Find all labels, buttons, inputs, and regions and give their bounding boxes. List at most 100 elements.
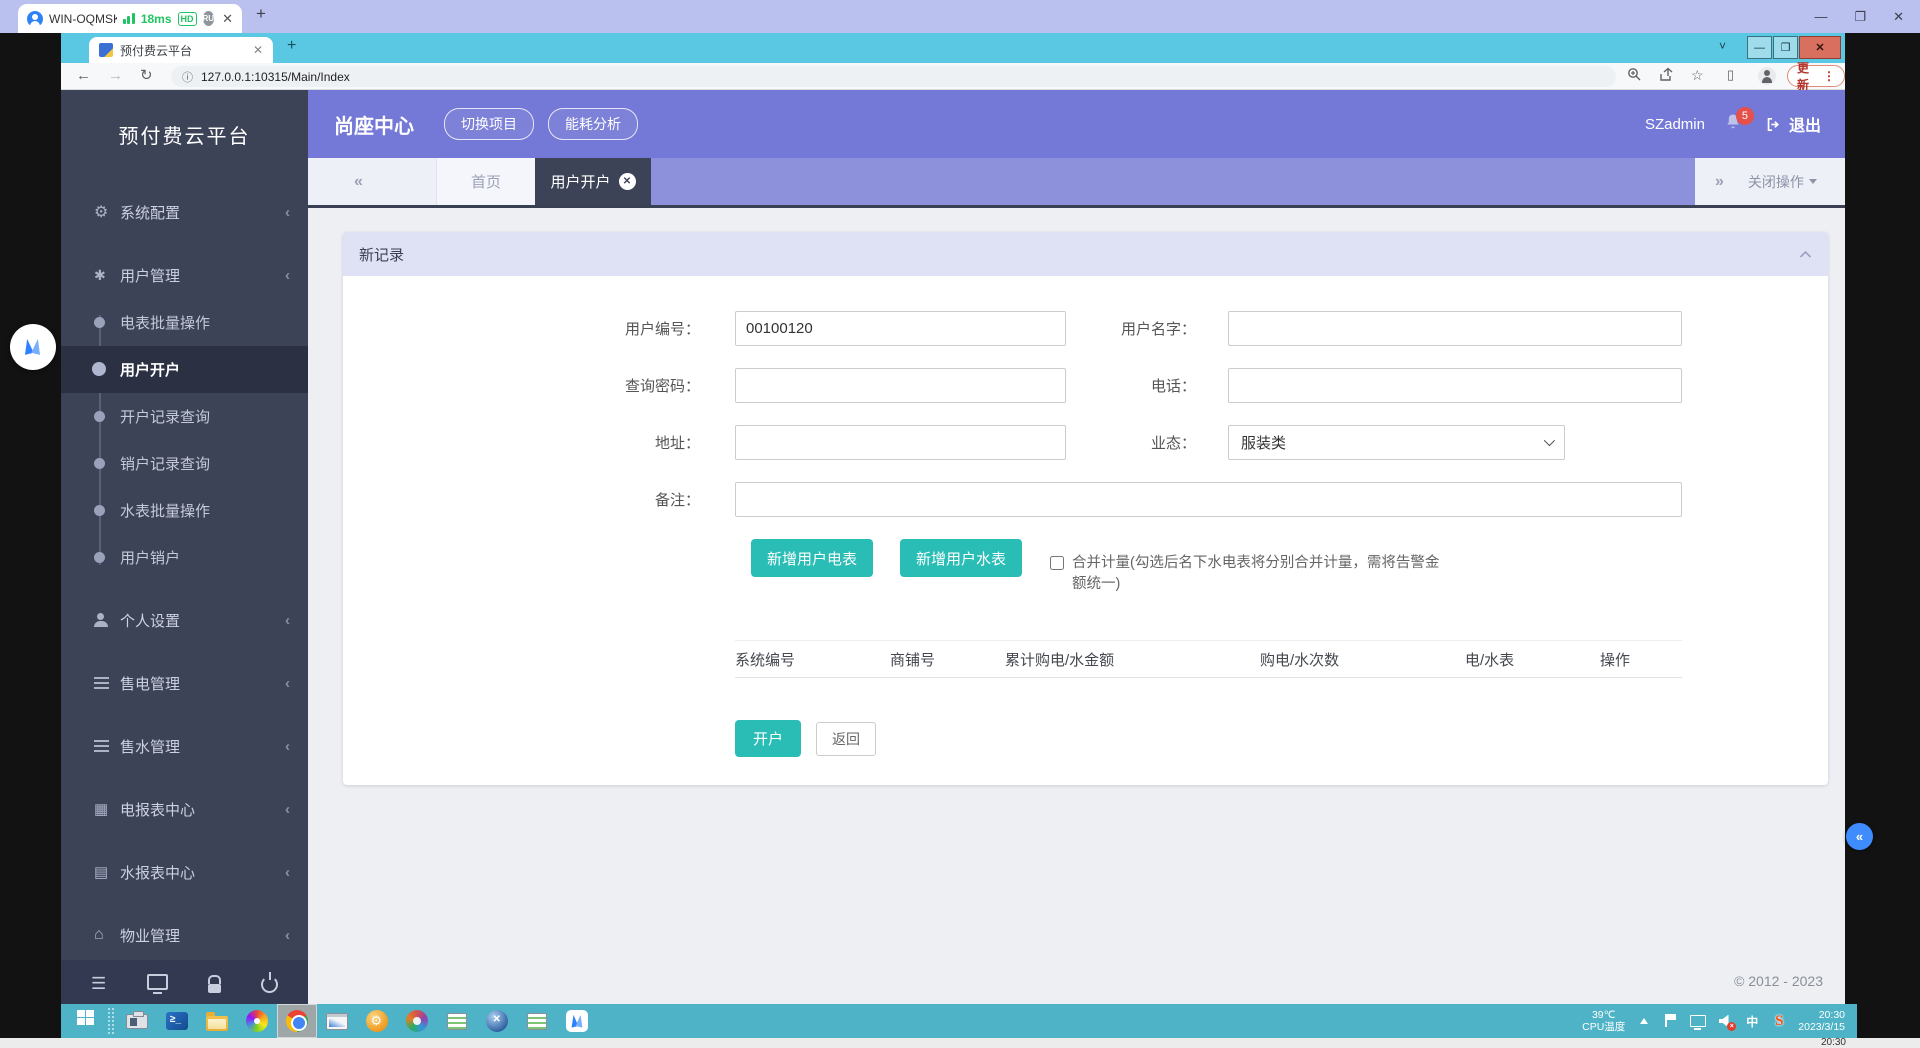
notification-bell-icon[interactable]: 5: [1723, 112, 1747, 136]
add-user-water-meter-button[interactable]: 新增用户水表: [900, 539, 1022, 577]
latency-label: 18ms: [141, 12, 172, 26]
remote-window-close-button[interactable]: ✕: [1799, 36, 1841, 59]
sidebar-item-meter-batch-ops[interactable]: 电表批量操作: [61, 299, 308, 346]
address-bar[interactable]: ⓘ 127.0.0.1:10315/Main/Index: [171, 66, 1616, 87]
bookmark-star-icon[interactable]: ☆: [1691, 67, 1704, 84]
hardware-tools-icon: [486, 1010, 508, 1032]
add-user-electric-meter-button[interactable]: 新增用户电表: [751, 539, 873, 577]
grid-icon: [94, 800, 120, 818]
todesk-close-button[interactable]: ✕: [1893, 9, 1904, 25]
sidebar-item-water-sales[interactable]: 售水管理‹: [61, 722, 308, 770]
ime-icon[interactable]: [1744, 1013, 1760, 1029]
taskbar-settings-gear-app-icon[interactable]: [357, 1004, 397, 1038]
logout-button[interactable]: 退出: [1765, 112, 1821, 136]
tabs-scroll-left-icon[interactable]: «: [354, 173, 363, 191]
remark-input[interactable]: [735, 482, 1682, 517]
table-header: 累计购电/水金额: [1005, 649, 1260, 670]
taskbar-chrome-icon[interactable]: [277, 1004, 317, 1038]
todesk-minimize-button[interactable]: —: [1814, 9, 1827, 24]
sidebar-item-personal-settings[interactable]: 个人设置‹: [61, 596, 308, 644]
sidebar-item-user-close-account[interactable]: 用户销户: [61, 534, 308, 581]
site-info-icon[interactable]: ⓘ: [182, 69, 193, 85]
taskbar-start-icon[interactable]: [65, 1004, 105, 1038]
taskbar-network-app-icon[interactable]: [397, 1004, 437, 1038]
sidebar-item-close-account-records[interactable]: 销户记录查询: [61, 440, 308, 487]
taskbar-media-player-icon[interactable]: [237, 1004, 277, 1038]
browser-tab[interactable]: 预付费云平台 ✕: [89, 37, 273, 63]
side-panel-icon[interactable]: ▯: [1727, 67, 1734, 83]
sidebar-item-label: 用户销户: [120, 547, 180, 568]
taskbar-file-explorer-icon[interactable]: [197, 1004, 237, 1038]
phone-input[interactable]: [1228, 368, 1682, 403]
sidebar-item-user-open-account[interactable]: 用户开户: [61, 346, 308, 393]
sogou-icon[interactable]: [1771, 1013, 1787, 1029]
query-password-input[interactable]: [735, 368, 1066, 403]
user-no-input[interactable]: [735, 311, 1066, 346]
sidebar-item-open-account-records[interactable]: 开户记录查询: [61, 393, 308, 440]
sidebar-item-property-management[interactable]: 物业管理‹: [61, 911, 308, 959]
back-button[interactable]: 返回: [816, 722, 876, 756]
tabs-scroll-right-icon[interactable]: »: [1715, 173, 1724, 191]
collapse-menu-icon[interactable]: [91, 974, 106, 994]
forward-icon[interactable]: →: [108, 67, 123, 85]
taskbar-report-app2-icon[interactable]: [517, 1004, 557, 1038]
user-name-input[interactable]: [1228, 311, 1682, 346]
tab-close-icon[interactable]: ✕: [253, 43, 263, 57]
taskbar-report-app-icon[interactable]: [437, 1004, 477, 1038]
sidebar-item-water-meter-batch-ops[interactable]: 水表批量操作: [61, 487, 308, 534]
chrome-update-button[interactable]: 更新: [1787, 65, 1845, 87]
open-account-button[interactable]: 开户: [735, 720, 801, 757]
sidebar-item-system-config[interactable]: 系统配置‹: [61, 188, 308, 236]
asterisk-icon: [94, 267, 120, 284]
browser-new-tab-button[interactable]: +: [287, 37, 296, 55]
session-close-icon[interactable]: ✕: [222, 11, 233, 27]
share-icon[interactable]: [1659, 67, 1674, 87]
todesk-floating-ball[interactable]: [10, 324, 56, 370]
energy-analysis-button[interactable]: 能耗分析: [548, 108, 638, 140]
chevron-down-icon[interactable]: ˅: [1719, 39, 1726, 53]
remote-window-restore-button[interactable]: ❐: [1773, 36, 1798, 59]
close-operations-dropdown[interactable]: 关闭操作: [1748, 172, 1817, 192]
taskbar-pc-manager-icon[interactable]: [117, 1004, 157, 1038]
sidebar-item-label: 水报表中心: [120, 862, 285, 883]
back-icon[interactable]: ←: [76, 67, 91, 85]
todesk-new-tab-button[interactable]: +: [256, 4, 266, 24]
taskbar-clock[interactable]: 20:30 2023/3/15: [1798, 1009, 1845, 1033]
browser-tab-title: 预付费云平台: [120, 42, 246, 59]
sidebar-item-water-report-center[interactable]: 水报表中心‹: [61, 848, 308, 896]
chevron-left-icon: ‹: [285, 675, 290, 692]
power-icon[interactable]: [261, 976, 278, 993]
reload-icon[interactable]: ↻: [140, 67, 153, 85]
network-status-icon[interactable]: [1690, 1013, 1706, 1029]
page-content: 新记录 用户编号： 用户名字： 查询密码： 电话：: [308, 211, 1845, 1008]
todesk-session-tab[interactable]: WIN-OQMSK21... 18ms HD RU ✕: [18, 4, 242, 33]
tab-home[interactable]: 首页: [436, 158, 535, 205]
flag-icon[interactable]: [1663, 1013, 1679, 1029]
tab-user-open-account[interactable]: 用户开户 ✕: [535, 158, 651, 205]
business-type-select[interactable]: 服装类: [1228, 425, 1565, 460]
zoom-icon[interactable]: [1627, 67, 1642, 87]
taskbar-powershell-icon[interactable]: [157, 1004, 197, 1038]
profile-avatar[interactable]: [1758, 67, 1776, 85]
host-taskbar-strip: 20:30: [0, 1038, 1920, 1048]
taskbar-performance-monitor-icon[interactable]: [317, 1004, 357, 1038]
address-input[interactable]: [735, 425, 1066, 460]
start-icon: [77, 1010, 85, 1017]
sidebar-item-electricity-sales[interactable]: 售电管理‹: [61, 659, 308, 707]
sidebar-item-electric-report-center[interactable]: 电报表中心‹: [61, 785, 308, 833]
lock-icon[interactable]: [208, 975, 221, 993]
remote-window-minimize-button[interactable]: —: [1747, 36, 1772, 59]
sidebar-item-user-management[interactable]: 用户管理‹: [61, 251, 308, 299]
hd-quality-badge[interactable]: HD: [178, 12, 197, 26]
todesk-side-toolbar-toggle[interactable]: «: [1846, 823, 1873, 850]
collapse-chevron-icon[interactable]: [1799, 250, 1812, 259]
switch-project-button[interactable]: 切换项目: [444, 108, 534, 140]
hidden-icons-icon[interactable]: [1636, 1013, 1652, 1029]
taskbar-hardware-tools-icon[interactable]: [477, 1004, 517, 1038]
tab-close-icon[interactable]: ✕: [619, 173, 636, 190]
todesk-maximize-button[interactable]: ❐: [1854, 9, 1866, 25]
merge-metering-checkbox[interactable]: [1050, 556, 1064, 570]
monitor-icon[interactable]: [147, 974, 168, 994]
taskbar-todesk-icon[interactable]: [557, 1004, 597, 1038]
volume-muted-icon[interactable]: [1717, 1013, 1733, 1029]
